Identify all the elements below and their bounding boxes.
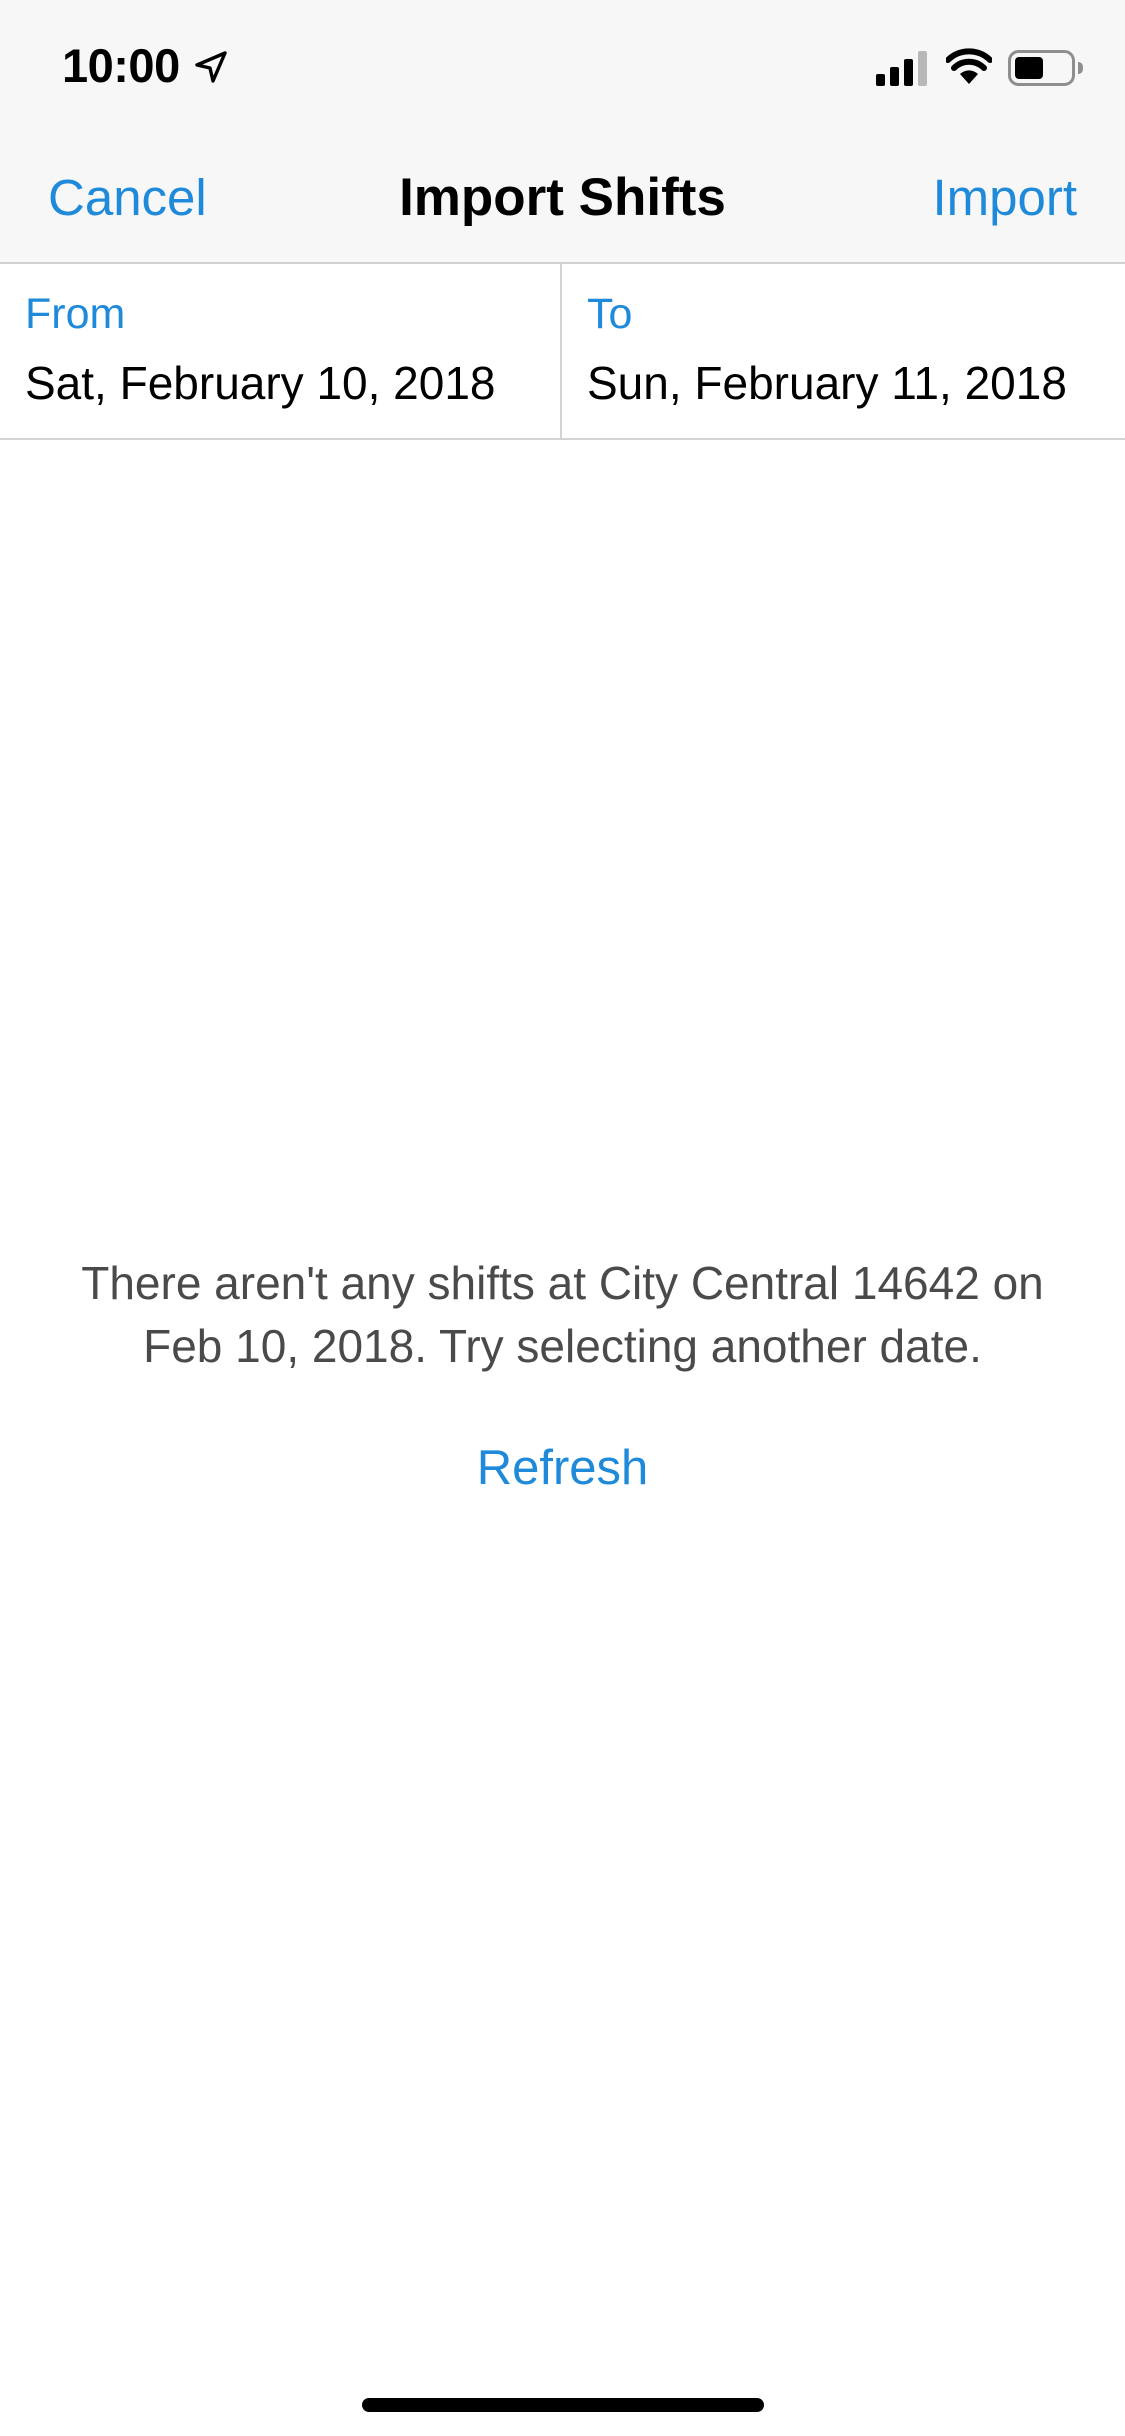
top-bar: 10:00 Cancel Import Shifts Import xyxy=(0,0,1125,264)
to-date-picker[interactable]: To Sun, February 11, 2018 xyxy=(562,264,1125,438)
date-range-row: From Sat, February 10, 2018 To Sun, Febr… xyxy=(0,264,1125,440)
from-label: From xyxy=(25,290,126,338)
cellular-signal-icon xyxy=(876,51,927,86)
status-time: 10:00 xyxy=(62,39,180,92)
wifi-icon xyxy=(946,48,992,84)
from-date-picker[interactable]: From Sat, February 10, 2018 xyxy=(0,264,562,438)
home-indicator[interactable] xyxy=(362,2398,764,2412)
battery-icon xyxy=(1008,50,1083,86)
to-date-value: Sun, February 11, 2018 xyxy=(587,357,1067,409)
from-date-value: Sat, February 10, 2018 xyxy=(25,357,496,409)
empty-state-message: There aren't any shifts at City Central … xyxy=(81,1257,1044,1372)
to-label: To xyxy=(587,290,633,338)
refresh-button[interactable]: Refresh xyxy=(0,1440,1125,1496)
location-arrow-icon xyxy=(195,51,227,83)
import-button[interactable]: Import xyxy=(932,168,1077,228)
